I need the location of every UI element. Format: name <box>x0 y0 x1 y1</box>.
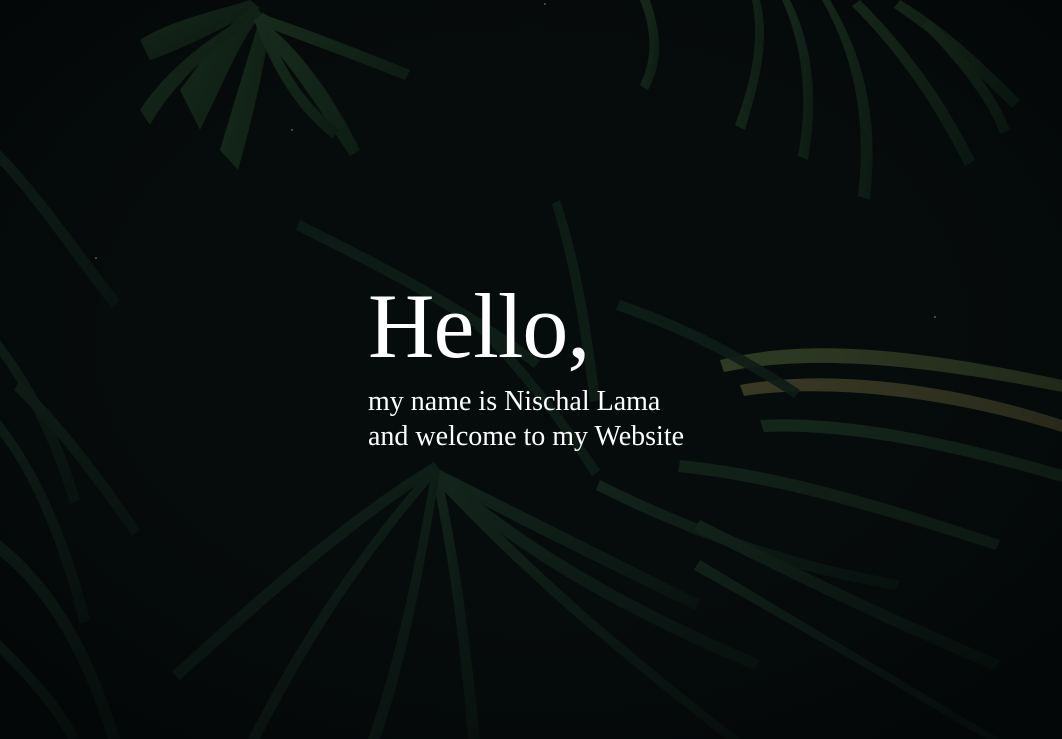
hero-greeting: Hello, <box>368 275 590 377</box>
hero-welcome-line: and welcome to my Website <box>368 421 685 452</box>
hero-intro: Hello, my name is Nischal Lama and welco… <box>368 274 684 454</box>
hero-name-line: my name is Nischal Lama <box>368 386 661 417</box>
